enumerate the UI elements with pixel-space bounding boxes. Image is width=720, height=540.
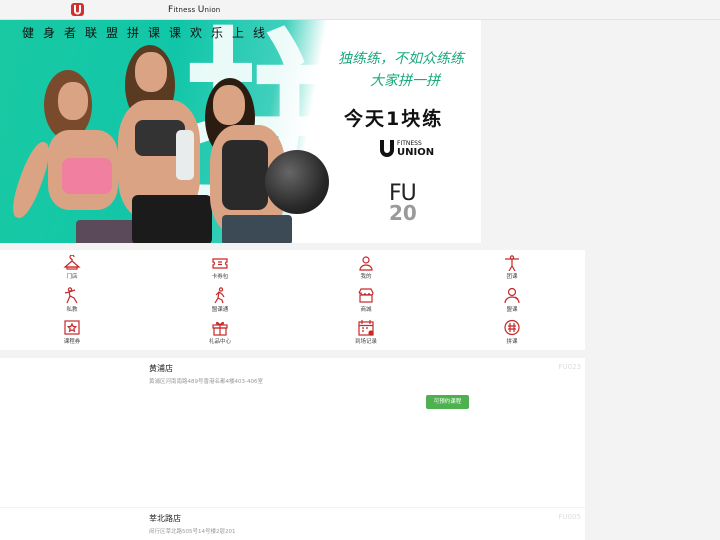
- function-menu: 门店 卡券包 我的 团课 私教 盟课通 商城 盟课 课程券 礼品中心 到场记录 …: [0, 250, 585, 350]
- gift-icon: [212, 321, 228, 336]
- store-address: 黄浦区河南南路489号香港名都4楼403-406室: [149, 379, 263, 385]
- brand-title: Fitness Union: [168, 5, 220, 15]
- menu-label-group-booking: 拼课: [506, 339, 518, 345]
- menu-label-stores: 门店: [66, 274, 78, 280]
- brand-initial-u: U: [197, 5, 205, 15]
- running-person-icon: [214, 287, 225, 304]
- menu-item-course-coupon[interactable]: 课程券: [32, 319, 112, 349]
- app-page: Fitness Union 拼 健身者联盟拼课课欢乐上线 独练练，不如众练练 大…: [0, 0, 720, 540]
- menu-label-alliance-pass: 盟课通: [211, 307, 229, 313]
- menu-label-course-coupon: 课程券: [63, 339, 81, 345]
- store-code: FU005: [558, 513, 581, 521]
- menu-item-mine[interactable]: 我的: [326, 255, 406, 285]
- menu-label-gift-center: 礼品中心: [208, 339, 231, 345]
- banner-calligraphy-line-2: 大家拼一拼: [370, 73, 440, 89]
- course-coupon-icon: [64, 320, 80, 335]
- menu-label-attendance-record: 到场记录: [354, 339, 377, 345]
- user-icon: [359, 256, 373, 271]
- store-code: FU023: [558, 363, 581, 371]
- store-address: 闵行区莘北路505号14号楼2层201: [149, 529, 236, 535]
- coach-icon: [504, 287, 520, 304]
- brand-word-1: itness: [173, 6, 198, 14]
- calendar-icon: [358, 320, 374, 336]
- banner-brand-logo: FITNESS UNION: [378, 139, 434, 159]
- personal-trainer-icon: [64, 287, 78, 304]
- banner-logo-fitness: FITNESS: [397, 140, 422, 147]
- fitness-union-logo-icon[interactable]: [71, 3, 84, 16]
- store-card[interactable]: 黄浦店 黄浦区河南南路489号香港名都4楼403-406室 FU023 可预约课…: [0, 358, 585, 507]
- menu-item-group-booking[interactable]: 拼课: [472, 319, 552, 349]
- hanger-icon: [63, 255, 81, 270]
- menu-item-alliance-pass[interactable]: 盟课通: [180, 287, 260, 317]
- banner-logo-union: UNION: [397, 147, 435, 158]
- fu20-badge-line-2: 20: [389, 201, 417, 225]
- menu-label-mall: 商城: [360, 307, 372, 313]
- promo-banner[interactable]: 拼 健身者联盟拼课课欢乐上线 独练练，不如众练练 大家拼一拼 今天1块练 FIT…: [0, 20, 481, 243]
- banner-slogan: 健身者联盟拼课课欢乐上线: [22, 26, 275, 40]
- store-card[interactable]: 莘北路店 闵行区莘北路505号14号楼2层201 FU005: [0, 508, 585, 540]
- menu-item-ticket-wallet[interactable]: 卡券包: [180, 255, 260, 285]
- menu-label-ticket-wallet: 卡券包: [211, 274, 229, 280]
- banner-calligraphy-line-1: 独练练，不如众练练: [338, 51, 464, 67]
- menu-label-alliance-class: 盟课: [506, 307, 518, 313]
- menu-item-attendance-record[interactable]: 到场记录: [326, 319, 406, 349]
- menu-item-group-class[interactable]: 团课: [472, 255, 552, 285]
- menu-label-mine: 我的: [360, 274, 372, 280]
- menu-item-gift-center[interactable]: 礼品中心: [180, 319, 260, 349]
- fitness-union-mark-icon: [380, 140, 394, 157]
- menu-item-alliance-class[interactable]: 盟课: [472, 287, 552, 317]
- menu-item-personal-training[interactable]: 私教: [32, 287, 112, 317]
- shop-icon: [358, 288, 374, 303]
- menu-item-mall[interactable]: 商城: [326, 287, 406, 317]
- store-name: 莘北路店: [149, 514, 181, 523]
- bookable-courses-button[interactable]: 可预约课程: [426, 395, 469, 409]
- top-bar: Fitness Union: [0, 0, 720, 20]
- group-class-icon: [505, 255, 519, 271]
- menu-item-stores[interactable]: 门店: [32, 255, 112, 285]
- menu-label-personal-training: 私教: [66, 307, 78, 313]
- store-name: 黄浦店: [149, 364, 173, 373]
- fu20-badge: FU 20: [389, 183, 429, 225]
- banner-price-line: 今天1块练: [344, 108, 444, 130]
- brand-word-2: nion: [204, 6, 221, 14]
- hash-icon: [504, 319, 520, 336]
- menu-label-group-class: 团课: [506, 274, 518, 280]
- ticket-icon: [212, 258, 228, 269]
- medicine-ball-icon: [265, 150, 329, 214]
